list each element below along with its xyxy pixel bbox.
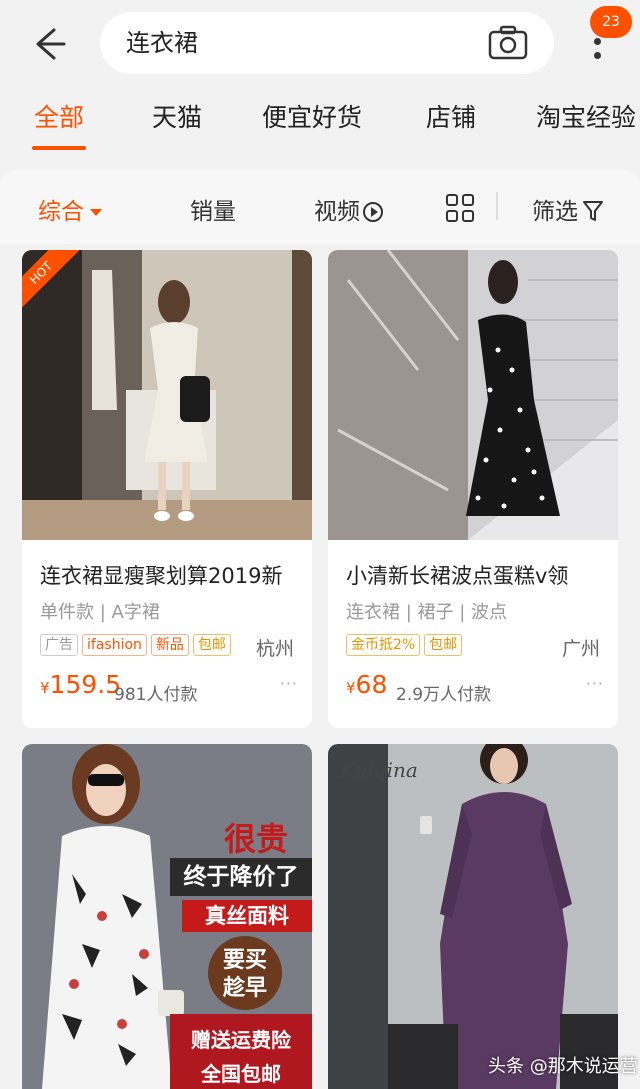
product-attributes: 单件款 | A字裙 [40,602,160,623]
tab-cheap-goods[interactable]: 便宜好货 [262,98,362,134]
filter-button[interactable]: 筛选 [532,192,604,226]
product-tags: 广告 ifashion 新品 包邮 [40,634,235,656]
tab-tmall[interactable]: 天猫 [152,98,202,134]
tag-ad: 广告 [40,634,78,656]
sort-video-label: 视频 [314,199,360,225]
filter-label: 筛选 [532,199,578,225]
product-image: 很贵 终于降价了 真丝面料 要买 趁早 赠送运费险 全国包邮 [22,744,312,1089]
search-input[interactable]: 连衣裙 [100,12,554,74]
tag-new: 新品 [150,634,189,656]
tag-free-shipping: 包邮 [192,634,231,656]
product-tags: 金币抵2% 包邮 [346,634,466,656]
category-tabs: 全部 天猫 便宜好货 店铺 淘宝经验 [0,88,640,160]
sort-overall-label: 综合 [38,199,84,225]
back-arrow-icon[interactable] [24,20,72,68]
price-value: 159.5 [49,670,122,699]
product-image: Kuiqina [328,744,618,1089]
tag-ifashion: ifashion [82,634,147,656]
product-title: 小清新长裙波点蛋糕v领 [346,564,569,588]
sold-count: 981人付款 [114,685,198,705]
product-price: ¥159.5 [40,670,121,699]
currency-symbol: ¥ [346,679,356,697]
search-query: 连衣裙 [126,29,198,57]
notification-badge: 23 [590,6,632,38]
play-icon [363,202,383,222]
product-price: ¥68 [346,670,387,699]
tab-shops[interactable]: 店铺 [426,98,476,134]
tab-all[interactable]: 全部 [34,98,84,134]
product-card[interactable]: 小清新长裙波点蛋糕v领 连衣裙 | 裙子 | 波点 金币抵2% 包邮 广州 ¥68… [328,250,618,728]
banner-text-free-shipping: 全国包邮 [201,1062,281,1086]
banner-text-silk: 真丝面料 [182,900,312,932]
watermark: 头条 @那木说运营 [488,1056,638,1077]
banner-text-early: 趁早 [222,976,267,1001]
banner-text-price-drop: 终于降价了 [170,858,312,896]
banner-text-insurance: 赠送运费险 [191,1028,291,1052]
sort-overall[interactable]: 综合 [38,192,102,226]
product-card[interactable]: Kuiqina [328,744,618,1089]
product-location: 广州 [561,638,600,660]
currency-symbol: ¥ [40,679,50,697]
divider [496,192,498,220]
funnel-icon [583,201,603,221]
product-title: 连衣裙显瘦聚划算2019新 [40,564,283,588]
product-image: HOT [22,250,312,540]
product-location: 杭州 [255,638,294,660]
sold-count: 2.9万人付款 [396,685,492,705]
product-attributes: 连衣裙 | 裙子 | 波点 [346,602,508,623]
brand-logo: Kuiqina [340,758,418,782]
sort-sales[interactable]: 销量 [190,192,236,226]
tag-free-shipping: 包邮 [424,634,463,656]
caret-down-icon [90,209,102,216]
tag-coin-discount: 金币抵2% [346,634,421,656]
product-image [328,250,618,540]
product-card[interactable]: HOT 连衣裙显瘦聚划算2019新 单件款 | A字裙 广告 ifashion 新品… [22,250,312,728]
price-value: 68 [355,670,388,699]
active-tab-indicator [32,146,86,150]
product-card[interactable]: 很贵 终于降价了 真丝面料 要买 趁早 赠送运费险 全国包邮 [22,744,312,1089]
more-dots-icon[interactable]: ··· [586,674,604,693]
camera-icon[interactable] [488,25,528,61]
grid-view-icon[interactable] [446,194,476,224]
tab-taobao-experience[interactable]: 淘宝经验 [536,98,636,134]
more-dots-icon[interactable]: ··· [280,674,298,693]
sort-video[interactable]: 视频 [314,192,383,226]
top-bar: 连衣裙 23 [0,0,640,88]
banner-text-expensive: 很贵 [223,820,288,858]
